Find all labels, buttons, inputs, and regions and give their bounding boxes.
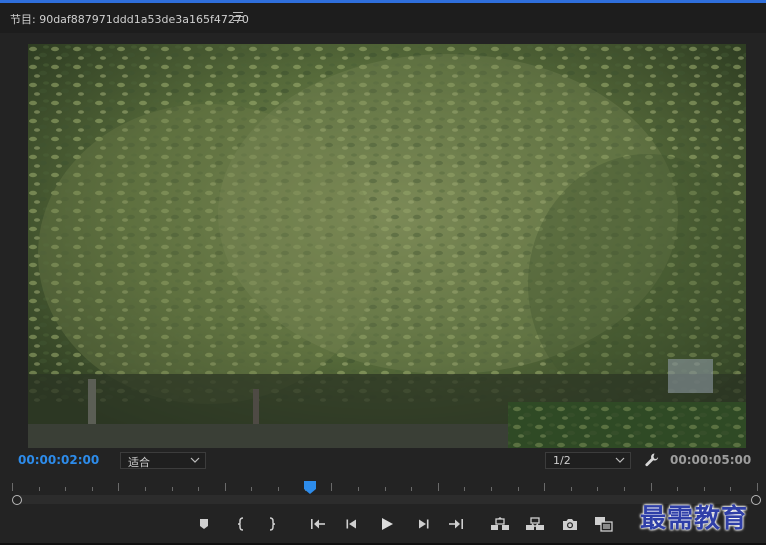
ruler-tick bbox=[544, 483, 545, 491]
export-frame-button[interactable] bbox=[558, 513, 582, 535]
video-frame bbox=[28, 44, 746, 448]
ruler-tick bbox=[438, 483, 439, 491]
go-to-out-button[interactable] bbox=[444, 513, 468, 535]
lift-button[interactable] bbox=[488, 513, 512, 535]
scrub-end-handle[interactable] bbox=[751, 495, 761, 505]
mark-in-button[interactable] bbox=[229, 513, 253, 535]
play-button[interactable] bbox=[375, 513, 399, 535]
step-forward-icon bbox=[419, 519, 429, 529]
watermark-logo: 最需教育 bbox=[640, 504, 749, 534]
go-to-in-icon bbox=[311, 519, 325, 529]
play-icon bbox=[382, 518, 393, 530]
chevron-down-icon bbox=[190, 457, 200, 463]
marker-icon bbox=[200, 519, 208, 529]
playback-resolution-select[interactable]: 1/2 bbox=[545, 452, 631, 469]
chevron-down-icon bbox=[615, 457, 625, 463]
ruler-tick bbox=[39, 487, 40, 491]
ruler-tick bbox=[358, 487, 359, 491]
ruler-tick bbox=[118, 483, 119, 491]
program-monitor-viewer[interactable] bbox=[28, 44, 746, 448]
ruler-tick bbox=[491, 487, 492, 491]
current-timecode[interactable]: 00:00:02:00 bbox=[18, 453, 99, 467]
ruler-tick bbox=[677, 487, 678, 491]
ruler-tick bbox=[12, 483, 13, 491]
ruler-tick bbox=[92, 487, 93, 491]
ruler-tick bbox=[464, 487, 465, 491]
extract-icon bbox=[526, 517, 544, 530]
wrench-icon[interactable] bbox=[644, 452, 660, 468]
playhead-icon[interactable] bbox=[303, 481, 317, 495]
panel-header: 节目: 90daf887971ddd1a53de3a165f47270 bbox=[0, 3, 766, 33]
ruler-tick bbox=[571, 487, 572, 491]
zoom-level-value: 适合 bbox=[128, 456, 150, 469]
extract-button[interactable] bbox=[523, 513, 547, 535]
ruler-tick bbox=[65, 487, 66, 491]
camera-icon bbox=[563, 518, 577, 530]
ruler-tick bbox=[145, 487, 146, 491]
panel-title: 节目: 90daf887971ddd1a53de3a165f47270 bbox=[10, 13, 249, 26]
lift-icon bbox=[491, 517, 509, 530]
time-ruler[interactable] bbox=[12, 479, 758, 493]
ruler-tick bbox=[278, 487, 279, 491]
step-back-icon bbox=[346, 519, 356, 529]
ruler-tick bbox=[757, 483, 758, 491]
comparison-icon bbox=[595, 517, 613, 532]
ruler-tick bbox=[518, 487, 519, 491]
playback-resolution-value: 1/2 bbox=[553, 454, 571, 467]
ruler-tick bbox=[385, 487, 386, 491]
comparison-view-button[interactable] bbox=[592, 513, 616, 535]
ruler-tick bbox=[331, 483, 332, 491]
ruler-tick bbox=[730, 487, 731, 491]
go-to-in-button[interactable] bbox=[306, 513, 330, 535]
go-to-out-icon bbox=[449, 519, 463, 529]
ruler-tick bbox=[651, 483, 652, 491]
ruler-tick bbox=[198, 487, 199, 491]
ruler-tick bbox=[597, 487, 598, 491]
ruler-tick bbox=[624, 487, 625, 491]
mark-in-icon bbox=[237, 517, 244, 531]
panel-menu-icon[interactable] bbox=[233, 12, 243, 22]
ruler-tick bbox=[704, 487, 705, 491]
ruler-tick bbox=[172, 487, 173, 491]
duration-timecode: 00:00:05:00 bbox=[670, 453, 752, 467]
mark-out-button[interactable] bbox=[260, 513, 284, 535]
ruler-tick bbox=[251, 487, 252, 491]
step-forward-button[interactable] bbox=[411, 513, 435, 535]
add-marker-button[interactable] bbox=[192, 513, 216, 535]
zoom-level-select[interactable]: 适合 bbox=[120, 452, 206, 469]
step-back-button[interactable] bbox=[340, 513, 364, 535]
ruler-tick bbox=[225, 483, 226, 491]
scrub-start-handle[interactable] bbox=[12, 495, 22, 505]
ruler-tick bbox=[411, 487, 412, 491]
mark-out-icon bbox=[269, 517, 276, 531]
